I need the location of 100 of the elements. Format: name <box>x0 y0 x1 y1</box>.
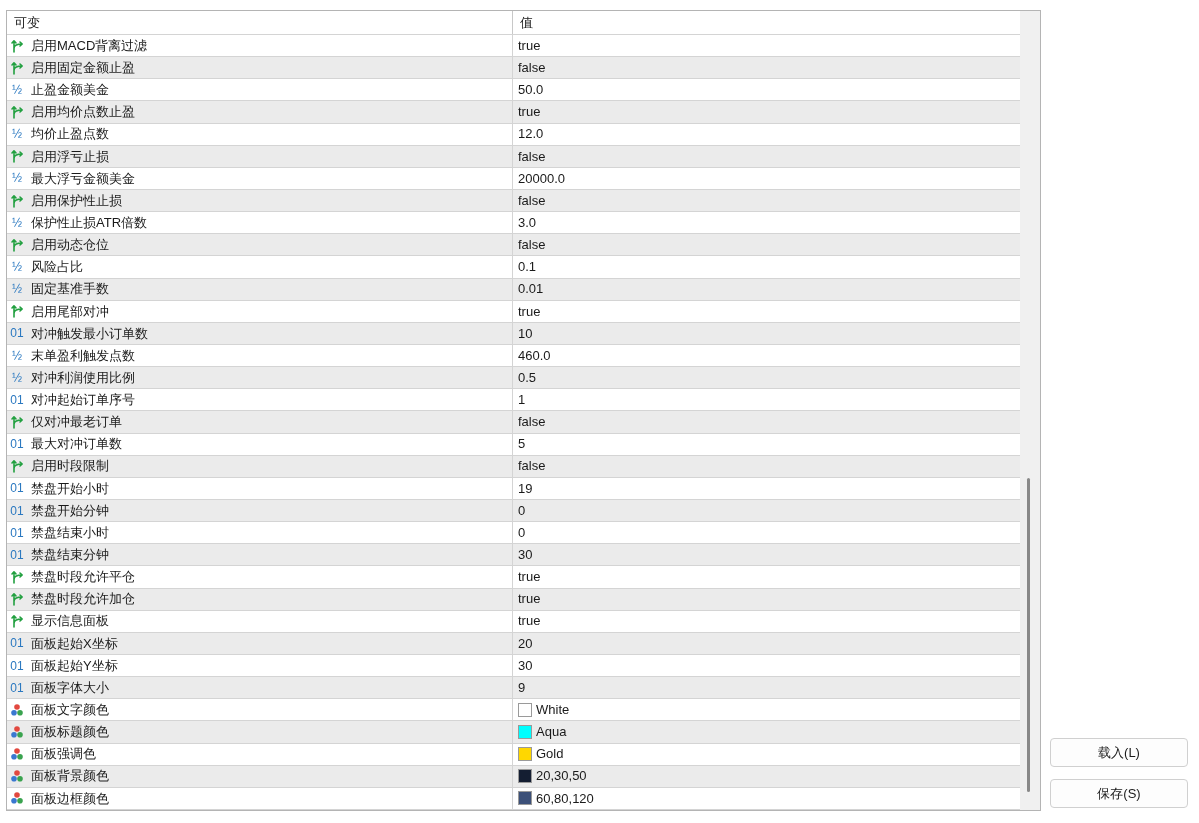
parameter-value: 0.5 <box>518 368 537 387</box>
type-label: ½ <box>11 216 23 229</box>
parameter-name: 禁盘结束小时 <box>31 523 109 542</box>
parameter-name: 禁盘开始小时 <box>31 479 109 498</box>
table-row[interactable]: 启用均价点数止盈 true <box>7 101 1020 124</box>
table-row[interactable]: 01 面板起始Y坐标 30 <box>7 654 1020 678</box>
parameter-value: true <box>518 612 541 631</box>
table-row[interactable]: ½ 对冲利润使用比例 0.5 <box>7 367 1020 390</box>
type-label: 01 <box>10 482 24 495</box>
parameter-value: true <box>518 568 541 587</box>
table-row[interactable]: 禁盘时段允许平仓 true <box>7 566 1020 589</box>
type-label: ½ <box>11 260 23 273</box>
color-circles-icon <box>10 702 24 717</box>
parameter-name: 启用时段限制 <box>31 457 109 476</box>
parameter-name: 对冲起始订单序号 <box>31 391 135 410</box>
type-label: 01 <box>10 681 24 694</box>
branch-arrow-icon <box>10 60 24 75</box>
parameter-value: 10 <box>518 324 533 343</box>
parameter-value: 20 <box>518 634 533 653</box>
parameter-name: 保护性止损ATR倍数 <box>31 213 148 232</box>
parameter-name: 最大浮亏金额美金 <box>31 169 135 188</box>
dialog-button[interactable]: 保存(S) <box>1050 779 1188 808</box>
type-label: ½ <box>11 128 23 141</box>
table-row[interactable]: 01 禁盘开始小时 19 <box>7 477 1020 500</box>
parameter-value: false <box>518 457 546 476</box>
table-row[interactable]: 01 面板字体大小 9 <box>7 677 1020 700</box>
scrollbar-thumb[interactable] <box>1027 478 1030 792</box>
color-circles-icon <box>10 769 24 784</box>
table-row[interactable]: 面板标题颜色 Aqua <box>7 721 1020 744</box>
table-row[interactable]: ½ 固定基准手数 0.01 <box>7 278 1020 301</box>
table-row[interactable]: 显示信息面板 true <box>7 610 1020 633</box>
table-row[interactable]: 仅对冲最老订单 false <box>7 411 1020 434</box>
parameter-value: 30 <box>518 656 533 675</box>
table-row[interactable]: 01 面板起始X坐标 20 <box>7 632 1020 655</box>
parameter-value: false <box>518 413 546 432</box>
table-row[interactable]: ½ 风险占比 0.1 <box>7 256 1020 279</box>
parameter-name: 启用保护性止损 <box>31 191 122 210</box>
branch-arrow-icon <box>10 149 24 164</box>
table-row[interactable]: 面板边框颜色 60,80,120 <box>7 787 1020 810</box>
parameter-value: 19 <box>518 479 533 498</box>
parameter-name: 禁盘时段允许平仓 <box>31 568 135 587</box>
color-circles-icon <box>10 724 24 739</box>
parameter-value: 20000.0 <box>518 169 565 188</box>
dialog-button[interactable]: 载入(L) <box>1050 738 1188 767</box>
table-row[interactable]: 启用浮亏止损 false <box>7 145 1020 168</box>
type-label: ½ <box>11 83 23 96</box>
parameter-value: 1 <box>518 391 526 410</box>
type-label: 01 <box>10 548 24 561</box>
table-row[interactable]: 启用动态仓位 false <box>7 234 1020 257</box>
type-label: 01 <box>10 327 24 340</box>
table-row[interactable]: 面板背景颜色 20,30,50 <box>7 765 1020 788</box>
table-row[interactable]: 启用固定金额止盈 false <box>7 57 1020 80</box>
parameter-name: 面板起始X坐标 <box>31 634 118 653</box>
parameter-name: 面板背景颜色 <box>31 767 109 786</box>
parameter-value: 0.1 <box>518 258 537 277</box>
table-row[interactable]: 面板文字颜色 White <box>7 699 1020 722</box>
table-row[interactable]: 启用尾部对冲 true <box>7 300 1020 323</box>
table-row[interactable]: ½ 保护性止损ATR倍数 3.0 <box>7 212 1020 235</box>
parameter-value: 12.0 <box>518 125 544 144</box>
table-row[interactable]: 启用时段限制 false <box>7 455 1020 478</box>
table-row[interactable]: ½ 止盈金额美金 50.0 <box>7 79 1020 102</box>
branch-arrow-icon <box>10 304 24 319</box>
parameter-value: 0 <box>518 523 526 542</box>
parameter-name: 启用MACD背离过滤 <box>31 36 148 55</box>
table-row[interactable]: 01 对冲触发最小订单数 10 <box>7 322 1020 345</box>
parameter-name: 风险占比 <box>31 258 83 277</box>
parameter-value: 3.0 <box>518 213 537 232</box>
color-circles-icon <box>10 747 24 762</box>
table-row[interactable]: 禁盘时段允许加仓 true <box>7 588 1020 611</box>
table-row[interactable]: ½ 均价止盈点数 12.0 <box>7 123 1020 146</box>
branch-arrow-icon <box>10 414 24 429</box>
parameter-name: 启用尾部对冲 <box>31 302 109 321</box>
parameter-name: 面板起始Y坐标 <box>31 656 118 675</box>
table-row[interactable]: 01 对冲起始订单序号 1 <box>7 389 1020 412</box>
parameter-value: Aqua <box>536 723 567 742</box>
branch-arrow-icon <box>10 105 24 119</box>
parameter-name: 面板字体大小 <box>31 678 109 697</box>
parameter-value: 460.0 <box>518 346 551 365</box>
parameter-name: 面板强调色 <box>31 745 96 764</box>
table-row[interactable]: 面板强调色 Gold <box>7 743 1020 766</box>
parameter-value: true <box>518 103 541 122</box>
parameter-value: 20,30,50 <box>536 767 587 786</box>
parameter-value: 60,80,120 <box>536 789 594 808</box>
parameter-value: 0.01 <box>518 280 544 299</box>
parameter-name: 面板标题颜色 <box>31 723 109 742</box>
parameter-value: true <box>518 590 541 609</box>
branch-arrow-icon <box>10 592 24 607</box>
table-row[interactable]: 启用MACD背离过滤 true <box>7 35 1020 58</box>
branch-arrow-icon <box>10 614 24 629</box>
parameter-value: false <box>518 147 546 166</box>
parameter-name: 启用固定金额止盈 <box>31 58 135 77</box>
table-row[interactable]: 启用保护性止损 false <box>7 190 1020 213</box>
table-row[interactable]: ½ 末单盈利触发点数 460.0 <box>7 344 1020 368</box>
parameter-value: false <box>518 236 546 255</box>
table-row[interactable]: ½ 最大浮亏金额美金 20000.0 <box>7 167 1020 190</box>
table-row[interactable]: 01 禁盘结束小时 0 <box>7 522 1020 545</box>
parameter-name: 止盈金额美金 <box>31 81 109 100</box>
table-row[interactable]: 01 禁盘结束分钟 30 <box>7 544 1020 567</box>
table-row[interactable]: 01 禁盘开始分钟 0 <box>7 499 1020 523</box>
table-row[interactable]: 01 最大对冲订单数 5 <box>7 433 1020 456</box>
